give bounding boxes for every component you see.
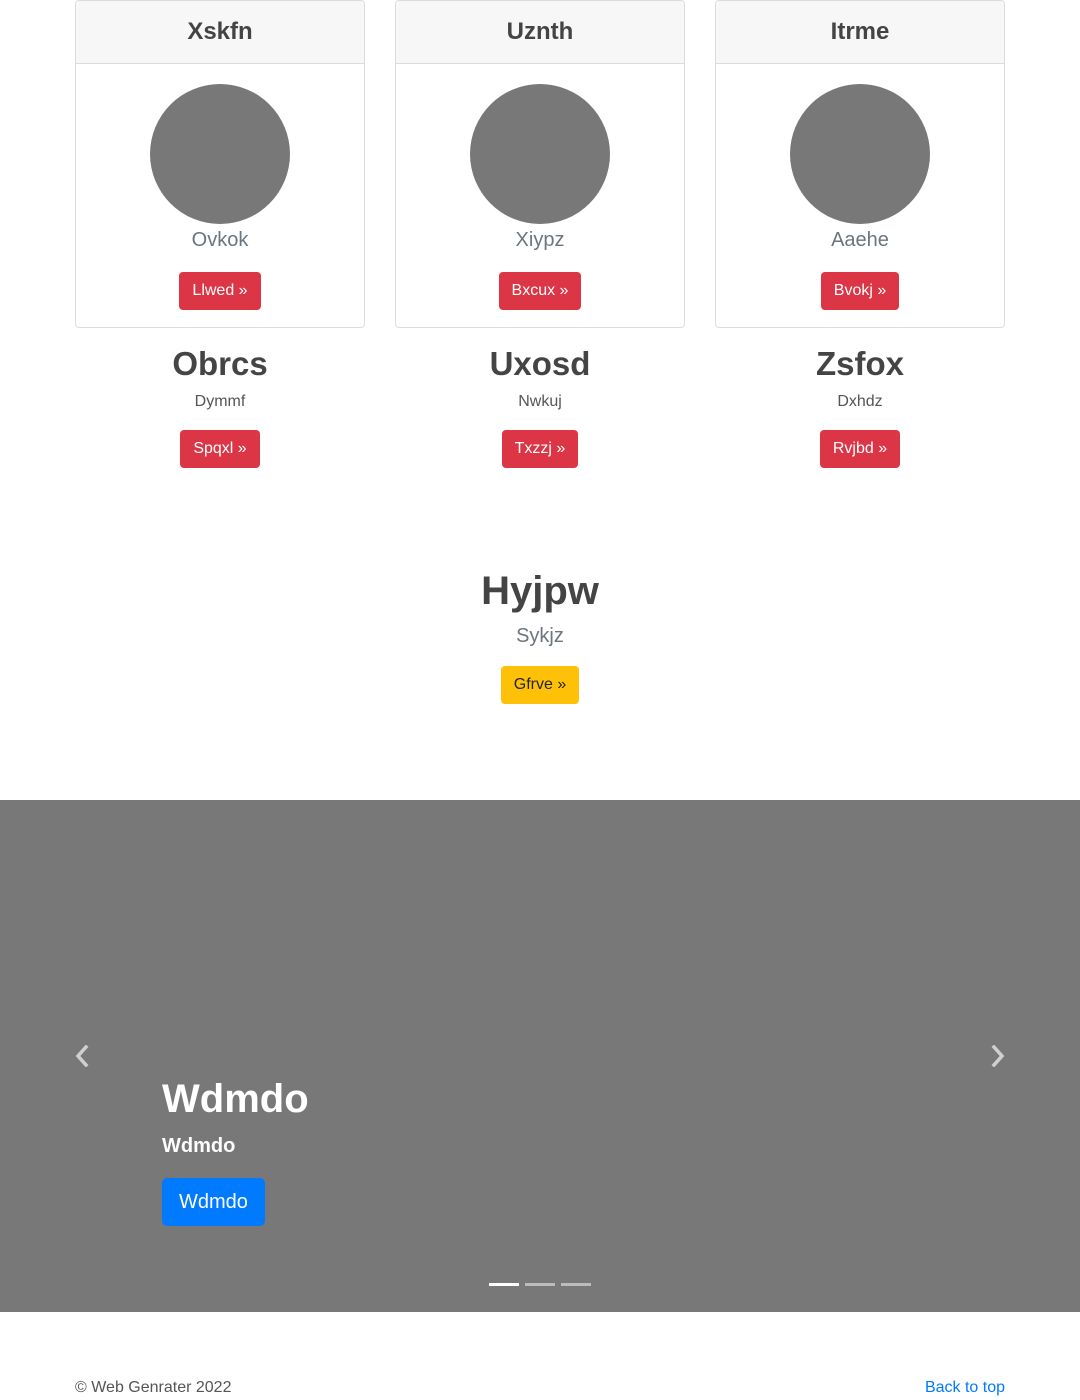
feature-row: Obrcs Dymmf Spqxl » Uxosd Nwkuj Txzzj » … — [75, 342, 1005, 468]
card-title: Xskfn — [76, 1, 364, 64]
carousel-prev-button[interactable] — [70, 1042, 94, 1070]
chevron-right-icon — [991, 1045, 1005, 1067]
chevron-left-icon — [75, 1045, 89, 1067]
card-title: Itrme — [716, 1, 1004, 64]
carousel-button[interactable]: Wdmdo — [162, 1178, 265, 1226]
back-to-top-link[interactable]: Back to top — [925, 1376, 1005, 1400]
avatar-placeholder — [470, 84, 610, 224]
center-button[interactable]: Gfrve » — [500, 666, 580, 704]
card-subtitle: Xiypz — [515, 229, 565, 251]
feature-heading: Uxosd — [489, 345, 591, 382]
avatar-placeholder — [790, 84, 930, 224]
footer: © Web Genrater 2022 Back to top — [75, 1376, 1005, 1400]
center-heading: Hyjpw — [481, 569, 599, 613]
card-button[interactable]: Llwed » — [179, 272, 261, 310]
feature-heading: Zsfox — [815, 345, 904, 382]
carousel-caption: Wdmdo Wdmdo Wdmdo — [162, 1074, 309, 1226]
feature-text: Dxhdz — [837, 393, 883, 410]
card: Xskfn Ovkok Llwed » — [75, 0, 365, 328]
card: Itrme Aaehe Bvokj » — [715, 0, 1005, 328]
carousel-indicator[interactable] — [489, 1283, 519, 1286]
card-subtitle: Ovkok — [191, 229, 249, 251]
feature-button[interactable]: Rvjbd » — [819, 430, 901, 468]
copyright-text: © Web Genrater 2022 — [75, 1379, 232, 1396]
carousel-next-button[interactable] — [986, 1042, 1010, 1070]
avatar-placeholder — [150, 84, 290, 224]
feature-column: Uxosd Nwkuj Txzzj » — [395, 342, 685, 468]
feature-button[interactable]: Txzzj » — [501, 430, 579, 468]
center-section: Hyjpw Sykjz Gfrve » — [0, 566, 1080, 704]
center-text: Sykjz — [516, 625, 564, 647]
card-button[interactable]: Bvokj » — [820, 272, 900, 310]
card-title: Uznth — [396, 1, 684, 64]
carousel-title: Wdmdo — [162, 1077, 309, 1121]
feature-text: Dymmf — [194, 393, 246, 410]
carousel-indicators — [0, 1283, 1080, 1286]
carousel: Wdmdo Wdmdo Wdmdo — [0, 800, 1080, 1312]
carousel-indicator[interactable] — [525, 1283, 555, 1286]
carousel-indicator[interactable] — [561, 1283, 591, 1286]
feature-column: Obrcs Dymmf Spqxl » — [75, 342, 365, 468]
cards-row: Xskfn Ovkok Llwed » Uznth Xiypz Bxcux » … — [75, 0, 1005, 328]
feature-button[interactable]: Spqxl » — [180, 430, 260, 468]
card-subtitle: Aaehe — [831, 229, 889, 251]
card: Uznth Xiypz Bxcux » — [395, 0, 685, 328]
card-button[interactable]: Bxcux » — [498, 272, 582, 310]
feature-text: Nwkuj — [518, 393, 562, 410]
carousel-text: Wdmdo — [162, 1135, 236, 1157]
feature-heading: Obrcs — [172, 345, 268, 382]
feature-column: Zsfox Dxhdz Rvjbd » — [715, 342, 1005, 468]
